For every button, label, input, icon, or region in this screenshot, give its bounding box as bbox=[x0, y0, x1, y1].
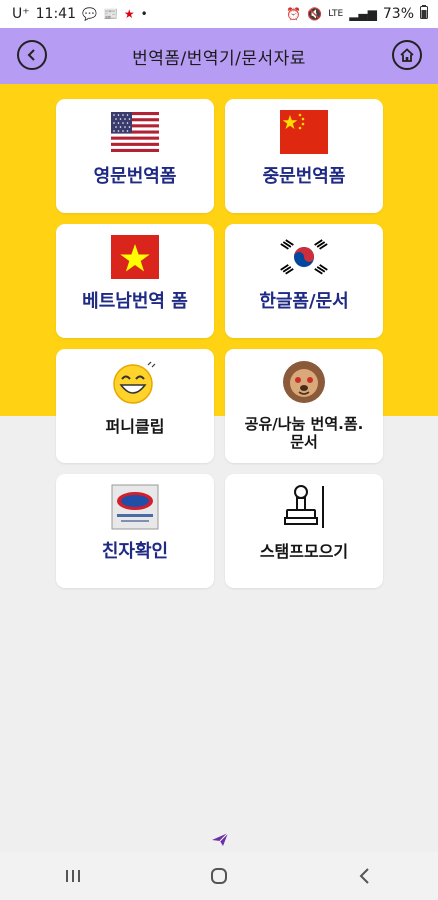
recent-apps-icon bbox=[66, 870, 80, 882]
card-chinese-form[interactable]: 중문번역폼 bbox=[225, 99, 383, 213]
status-bar: U⁺ 11:41 💬 📰 ★ • ⏰ 🔇 LTE ▂▄▆ 73% bbox=[0, 0, 438, 28]
vietnam-flag-icon bbox=[109, 234, 161, 280]
card-korean-form[interactable]: 한글폼/문서 bbox=[225, 224, 383, 338]
airplane-icon bbox=[210, 830, 230, 848]
alarm-icon: ⏰ bbox=[286, 7, 302, 21]
lion-face-icon bbox=[278, 359, 330, 405]
card-paternity-check[interactable]: 친자확인 bbox=[56, 474, 214, 588]
signal-icon: ▂▄▆ bbox=[349, 7, 377, 21]
menu-grid: 영문번역폼 중문번역폼 베트남번역 폼 한글폼/문서 퍼니클립 공유/나눔 번역… bbox=[56, 99, 383, 588]
card-funny-clips[interactable]: 퍼니클립 bbox=[56, 349, 214, 463]
laughing-face-icon bbox=[109, 359, 161, 405]
flag-notification-icon: 📰 bbox=[102, 7, 118, 21]
back-chevron-icon bbox=[359, 868, 369, 884]
back-button[interactable] bbox=[17, 40, 47, 70]
card-stamp-collection[interactable]: 스탬프모으기 bbox=[225, 474, 383, 588]
recent-apps-button[interactable] bbox=[53, 861, 93, 891]
card-label: 베트남번역 폼 bbox=[82, 291, 188, 312]
card-label: 퍼니클립 bbox=[105, 417, 165, 436]
clock: 11:41 bbox=[35, 6, 76, 22]
carrier-label: U⁺ bbox=[12, 6, 30, 22]
home-circle-icon bbox=[211, 868, 227, 884]
card-label: 영문번역폼 bbox=[93, 166, 177, 187]
battery-icon bbox=[420, 5, 428, 23]
card-label: 공유/나눔 번역.폼. 문서 bbox=[244, 415, 364, 451]
battery-percent: 73% bbox=[382, 6, 414, 22]
card-label: 중문번역폼 bbox=[262, 166, 346, 187]
us-flag-icon bbox=[109, 109, 161, 155]
dot-icon: • bbox=[140, 7, 148, 21]
network-type-label: LTE bbox=[328, 9, 344, 19]
back-arrow-icon bbox=[27, 49, 35, 61]
back-nav-button[interactable] bbox=[345, 861, 385, 891]
card-english-form[interactable]: 영문번역폼 bbox=[56, 99, 214, 213]
stamp-icon bbox=[278, 484, 330, 530]
home-icon bbox=[400, 48, 414, 62]
card-share-forms[interactable]: 공유/나눔 번역.폼. 문서 bbox=[225, 349, 383, 463]
mute-icon: 🔇 bbox=[307, 7, 323, 21]
home-nav-button[interactable] bbox=[199, 861, 239, 891]
chat-notification-icon: 💬 bbox=[82, 7, 97, 21]
home-button[interactable] bbox=[392, 40, 422, 70]
certificate-badge-icon bbox=[109, 484, 161, 530]
china-flag-icon bbox=[278, 109, 330, 155]
star-notification-icon: ★ bbox=[123, 7, 135, 21]
korea-flag-icon bbox=[278, 234, 330, 280]
card-label: 친자확인 bbox=[101, 541, 169, 562]
system-nav-bar bbox=[0, 852, 438, 900]
app-bar: 번역폼/번역기/문서자료 bbox=[0, 28, 438, 84]
page-title: 번역폼/번역기/문서자료 bbox=[132, 48, 306, 69]
card-vietnamese-form[interactable]: 베트남번역 폼 bbox=[56, 224, 214, 338]
card-label: 스탬프모으기 bbox=[259, 542, 349, 561]
card-label: 한글폼/문서 bbox=[259, 291, 349, 312]
